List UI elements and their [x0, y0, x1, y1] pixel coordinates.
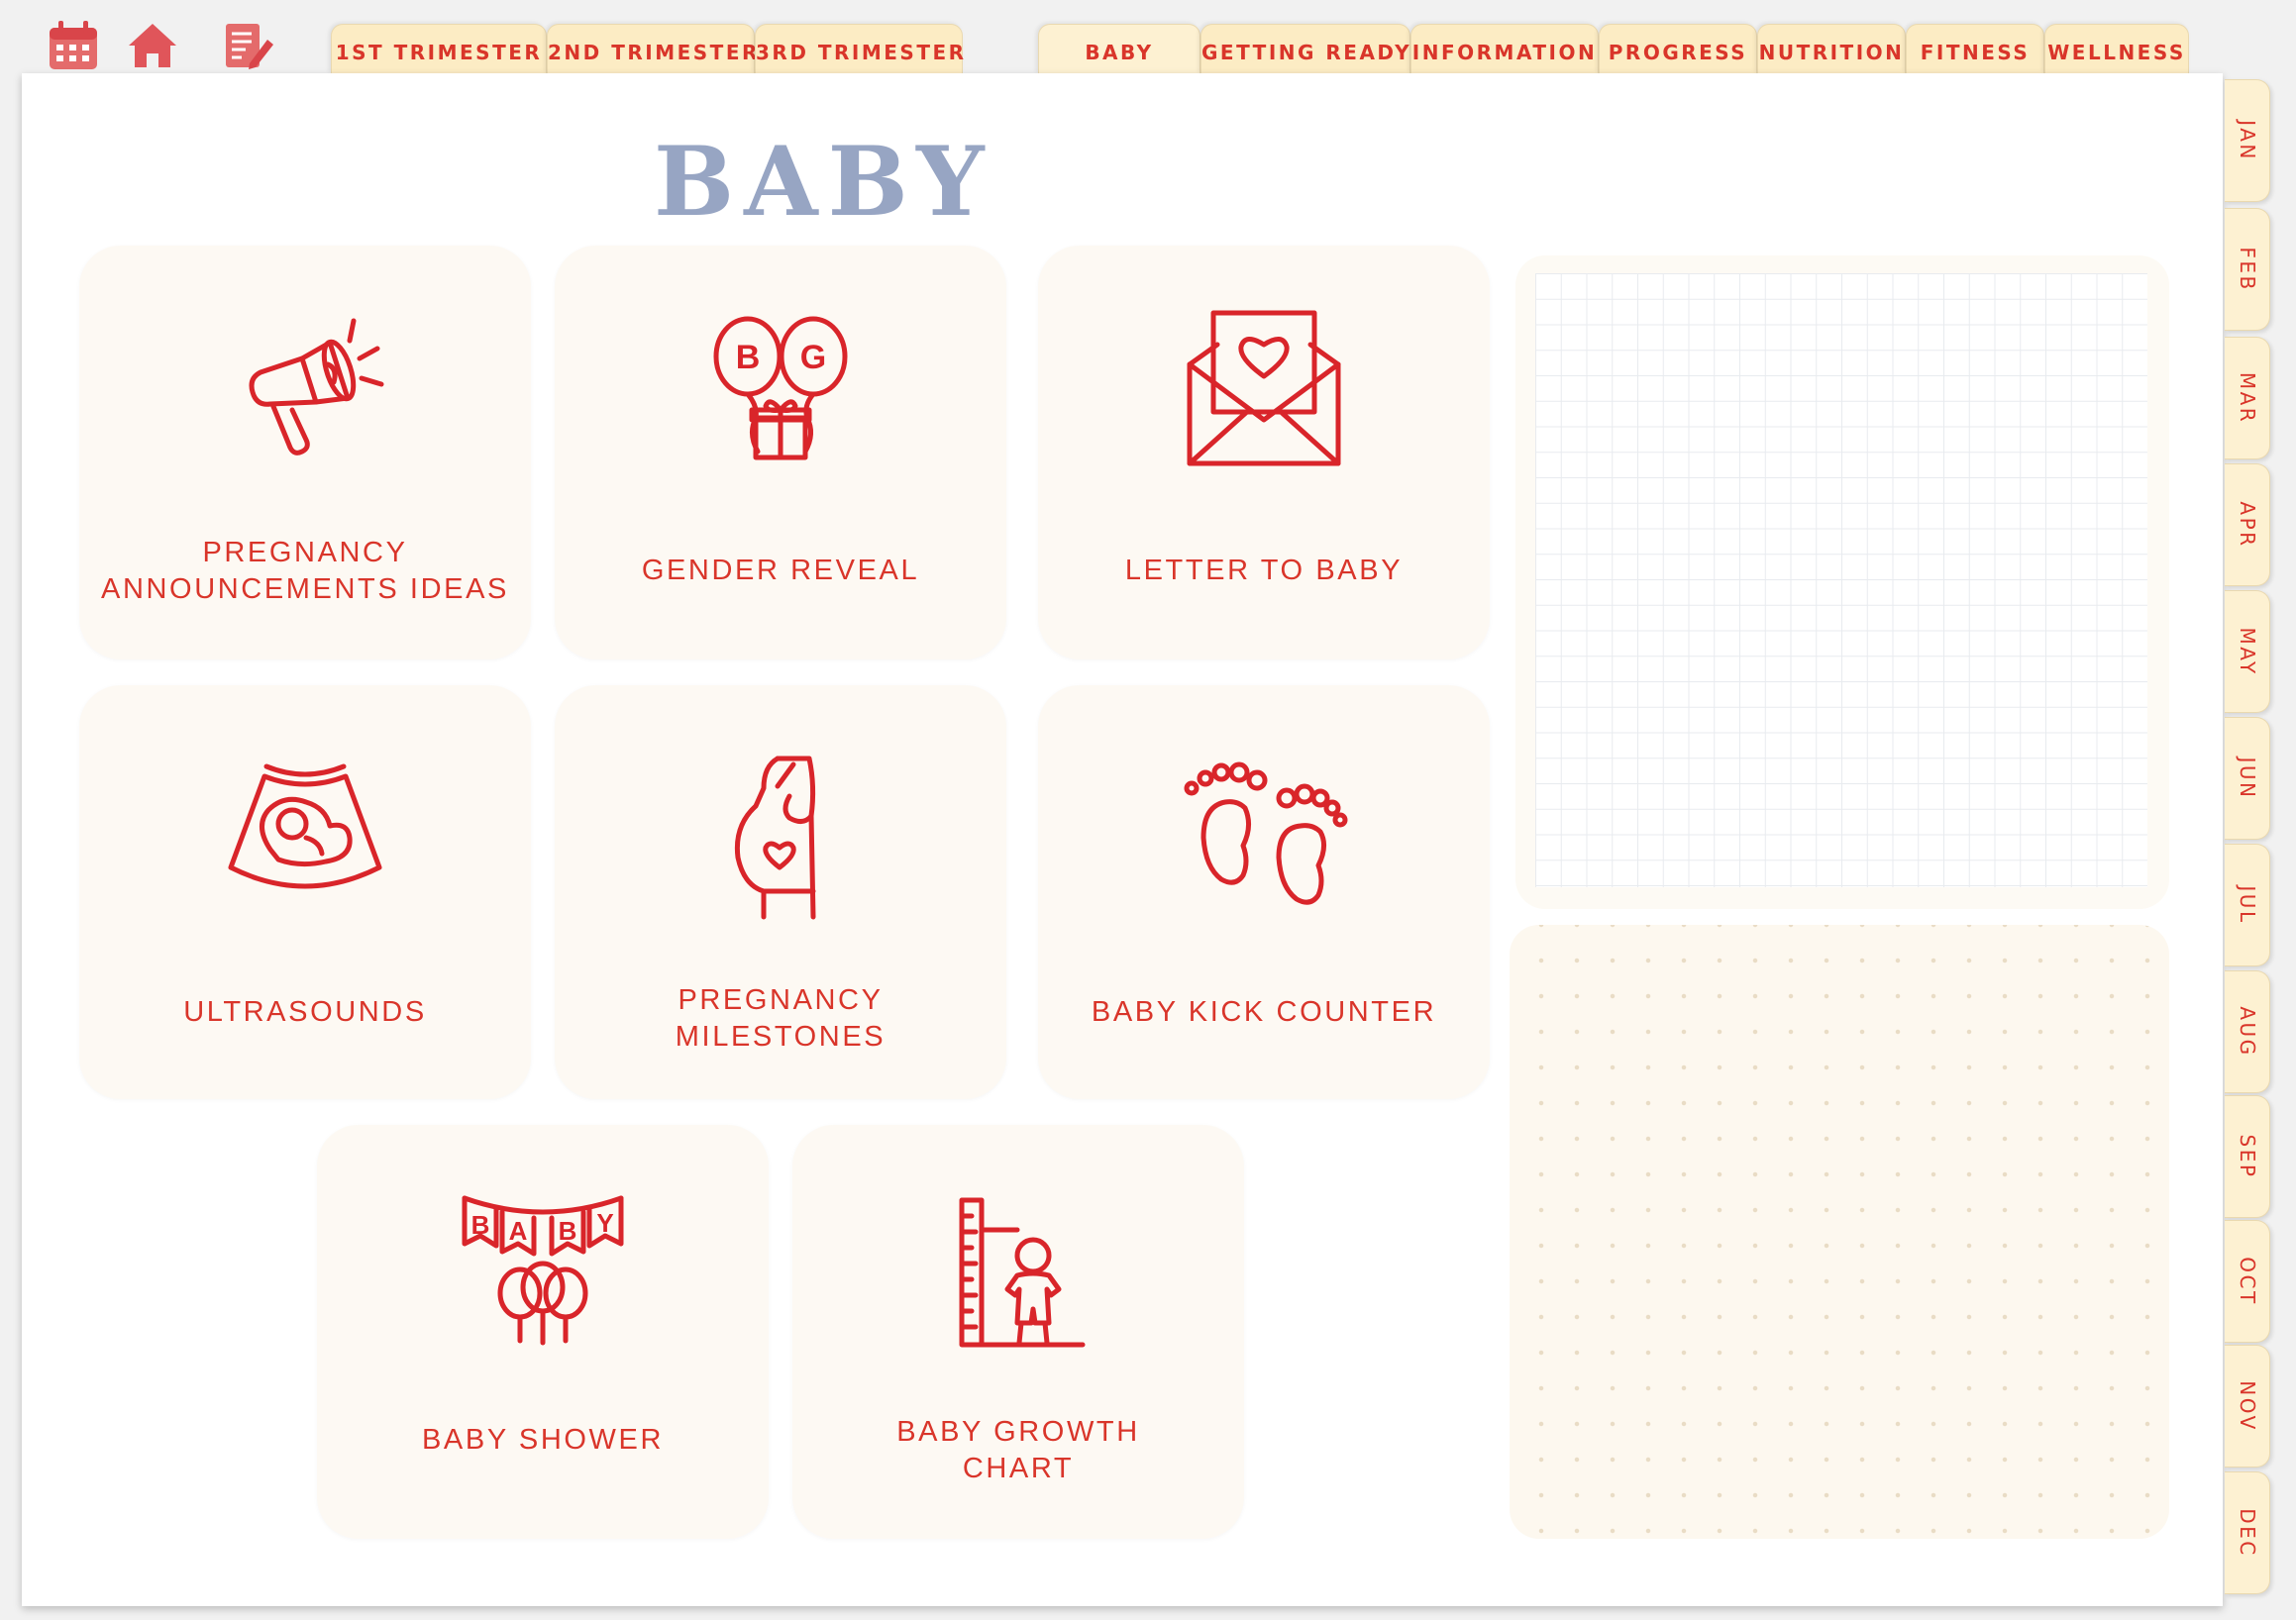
card-label: PREGNANCY [678, 984, 884, 1016]
pregnant-woman-icon [686, 747, 875, 920]
month-tab-nov[interactable]: NOV [2225, 1345, 2270, 1468]
month-tab-dec[interactable]: DEC [2225, 1471, 2270, 1594]
balloon-g: G [800, 339, 826, 376]
baby-banner-icon: B A B Y [449, 1186, 637, 1355]
card-label: CHART [962, 1453, 1075, 1484]
month-tab-jul[interactable]: JUL [2225, 844, 2270, 966]
ultrasound-icon [211, 747, 399, 915]
month-tab-oct[interactable]: OCT [2225, 1220, 2270, 1343]
month-tab-may[interactable]: MAY [2225, 590, 2270, 713]
card-gender-reveal[interactable]: B G GENDER REVEAL [555, 246, 1006, 659]
tab-information[interactable]: INFORMATION [1410, 24, 1599, 73]
balloon-b: B [736, 339, 761, 376]
month-label: JUN [2235, 757, 2259, 800]
card-label: BABY GROWTH [896, 1416, 1140, 1448]
gender-balloons-icon: B G [686, 307, 875, 475]
card-label: MILESTONES [675, 1021, 887, 1053]
page-title: BABY [654, 126, 994, 238]
tab-nutrition[interactable]: NUTRITION [1757, 24, 1906, 73]
notes-icon[interactable] [220, 18, 275, 73]
card-baby-growth-chart[interactable]: BABY GROWTH CHART [792, 1125, 1244, 1539]
card-label: ULTRASOUNDS [183, 996, 427, 1028]
card-ultrasounds[interactable]: ULTRASOUNDS [79, 685, 531, 1099]
card-label: ANNOUNCEMENTS IDEAS [101, 573, 509, 605]
megaphone-icon [211, 307, 399, 475]
banner-letter: B [471, 1210, 490, 1240]
tab-1st-trimester[interactable]: 1ST TRIMESTER [331, 24, 547, 73]
month-label: FEB [2235, 247, 2259, 292]
month-label: JUL [2235, 885, 2259, 925]
month-label: OCT [2235, 1257, 2259, 1306]
month-tab-sep[interactable]: SEP [2225, 1095, 2270, 1218]
tab-baby[interactable]: BABY [1038, 24, 1200, 73]
card-label: PREGNANCY [202, 537, 408, 568]
card-baby-shower[interactable]: B A B Y BABY SHOWER [317, 1125, 769, 1539]
grid-paper[interactable] [1535, 273, 2147, 887]
month-label: SEP [2235, 1134, 2259, 1179]
month-label: APR [2235, 501, 2259, 549]
month-tab-jun[interactable]: JUN [2225, 717, 2270, 840]
month-label: NOV [2235, 1380, 2259, 1432]
month-tab-apr[interactable]: APR [2225, 463, 2270, 586]
tab-getting-ready[interactable]: GETTING READY [1200, 24, 1410, 73]
card-label: BABY KICK COUNTER [1091, 996, 1437, 1028]
card-label: GENDER REVEAL [641, 555, 920, 586]
month-label: MAR [2235, 371, 2259, 425]
grid-notes-panel [1515, 255, 2169, 909]
card-label: LETTER TO BABY [1124, 555, 1404, 586]
banner-letter: B [559, 1216, 577, 1246]
month-label: DEC [2235, 1508, 2259, 1558]
card-letter-to-baby[interactable]: LETTER TO BABY [1038, 246, 1490, 659]
calendar-icon[interactable] [46, 18, 101, 73]
banner-letter: A [509, 1216, 528, 1246]
home-icon[interactable] [125, 18, 180, 73]
month-tab-jan[interactable]: JAN [2225, 79, 2270, 202]
card-label: BABY SHOWER [421, 1424, 664, 1456]
dot-notes-panel[interactable] [1510, 925, 2169, 1539]
banner-letter: Y [596, 1208, 613, 1238]
month-label: MAY [2235, 627, 2259, 676]
card-pregnancy-announcements[interactable]: PREGNANCY ANNOUNCEMENTS IDEAS [79, 246, 531, 659]
card-pregnancy-milestones[interactable]: PREGNANCY MILESTONES [555, 685, 1006, 1099]
tab-3rd-trimester[interactable]: 3RD TRIMESTER [755, 24, 964, 73]
month-label: AUG [2235, 1006, 2259, 1058]
love-letter-icon [1170, 307, 1358, 475]
month-label: JAN [2235, 120, 2259, 161]
month-tab-mar[interactable]: MAR [2225, 337, 2270, 459]
tab-progress[interactable]: PROGRESS [1599, 24, 1757, 73]
baby-feet-icon [1170, 747, 1358, 915]
card-baby-kick-counter[interactable]: BABY KICK COUNTER [1038, 685, 1490, 1099]
growth-chart-icon [924, 1186, 1112, 1355]
tab-wellness[interactable]: WELLNESS [2044, 24, 2189, 73]
tab-2nd-trimester[interactable]: 2ND TRIMESTER [547, 24, 757, 73]
month-tab-feb[interactable]: FEB [2225, 208, 2270, 331]
month-tab-aug[interactable]: AUG [2225, 970, 2270, 1093]
tab-fitness[interactable]: FITNESS [1906, 24, 2044, 73]
